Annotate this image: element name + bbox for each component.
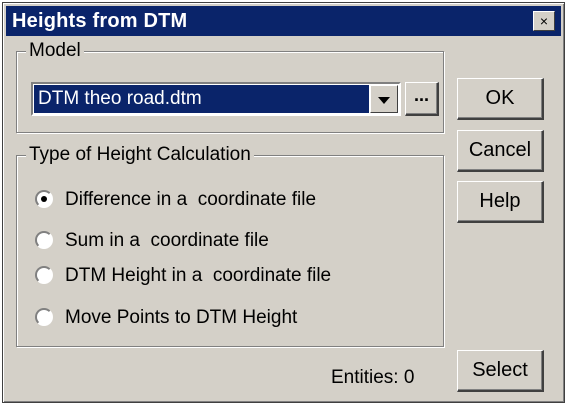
radio-option-dtm-height[interactable]: DTM Height in a coordinate file bbox=[35, 263, 435, 289]
radio-label-move-points: Move Points to DTM Height bbox=[65, 307, 298, 328]
radio-label-sum: Sum in a coordinate file bbox=[65, 230, 269, 251]
radio-option-difference[interactable]: Difference in a coordinate file bbox=[35, 187, 435, 213]
cancel-button[interactable]: Cancel bbox=[457, 130, 544, 172]
title-bar[interactable]: Heights from DTM × bbox=[6, 6, 561, 36]
radio-option-sum[interactable]: Sum in a coordinate file bbox=[35, 228, 435, 254]
height-calculation-group: Type of Height Calculation Difference in… bbox=[16, 144, 444, 347]
heights-from-dtm-dialog: Heights from DTM × Model DTM theo road.d… bbox=[2, 2, 565, 403]
model-file-value: DTM theo road.dtm bbox=[34, 85, 369, 113]
close-button[interactable]: × bbox=[533, 11, 555, 31]
ok-button[interactable]: OK bbox=[457, 78, 544, 120]
radio-option-move-points[interactable]: Move Points to DTM Height bbox=[35, 305, 435, 331]
model-group: Model DTM theo road.dtm ... bbox=[16, 40, 444, 133]
model-group-label: Model bbox=[26, 40, 84, 62]
radio-button-checked[interactable] bbox=[35, 190, 53, 208]
radio-label-difference: Difference in a coordinate file bbox=[65, 189, 317, 210]
radio-label-dtm-height: DTM Height in a coordinate file bbox=[65, 265, 332, 286]
radio-button[interactable] bbox=[35, 266, 53, 284]
browse-button[interactable]: ... bbox=[405, 82, 439, 116]
help-button[interactable]: Help bbox=[457, 181, 544, 223]
close-icon: × bbox=[539, 13, 549, 29]
window-title: Heights from DTM bbox=[12, 10, 188, 32]
entities-count: Entities: 0 bbox=[331, 367, 415, 388]
dropdown-arrow-icon[interactable] bbox=[370, 85, 398, 113]
radio-button[interactable] bbox=[35, 308, 53, 326]
height-calculation-group-label: Type of Height Calculation bbox=[26, 144, 254, 166]
model-file-combobox[interactable]: DTM theo road.dtm bbox=[31, 82, 401, 116]
select-button[interactable]: Select bbox=[457, 350, 544, 392]
radio-button[interactable] bbox=[35, 231, 53, 249]
